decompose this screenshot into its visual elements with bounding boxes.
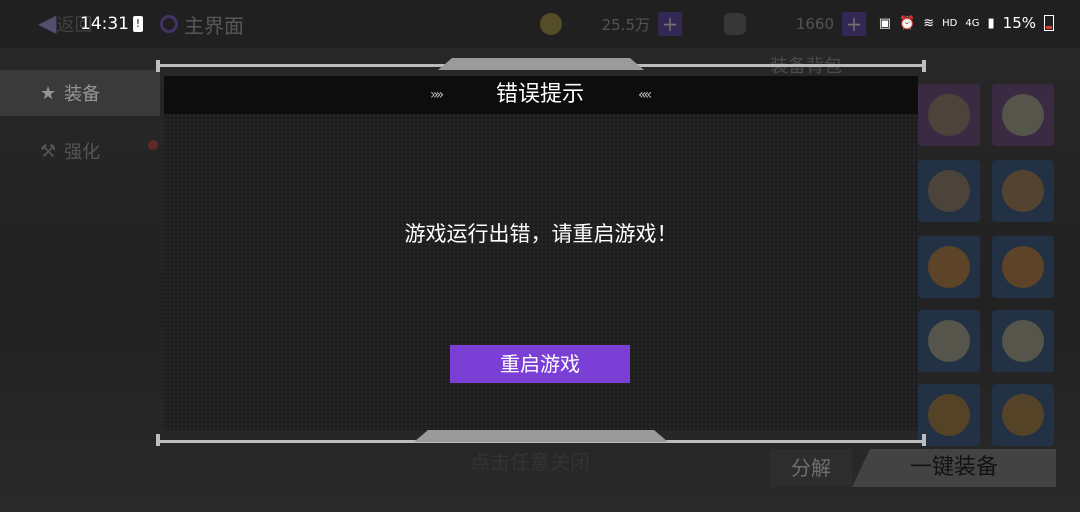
signal-icon: ▮	[987, 15, 995, 31]
dialog-title: 错误提示	[495, 82, 584, 107]
chevron-right-icon: »»	[430, 87, 444, 103]
error-message: 游戏运行出错，请重启游戏！	[404, 222, 678, 246]
battery-percent: 15%	[1002, 14, 1036, 32]
notification-icon: ▣	[878, 15, 892, 31]
status-time: 14:31	[80, 14, 129, 34]
dialog-frame-bottom	[156, 428, 926, 448]
status-icons: ▣ ⏰ ≋ HD 4G ▮ 15%	[879, 14, 1054, 32]
alarm-icon: ⏰	[899, 15, 916, 31]
restart-game-button[interactable]: 重启游戏	[450, 345, 630, 383]
alert-icon: !	[133, 16, 143, 32]
chevron-left-icon: ««	[638, 87, 652, 103]
wifi-icon: ≋	[923, 15, 935, 31]
hd-label: HD	[942, 17, 958, 29]
error-dialog: »» 错误提示 «« 游戏运行出错，请重启游戏！ 重启游戏	[156, 58, 926, 446]
dialog-frame-top	[156, 58, 926, 74]
battery-icon	[1044, 15, 1054, 31]
network-type: 4G	[965, 17, 980, 29]
